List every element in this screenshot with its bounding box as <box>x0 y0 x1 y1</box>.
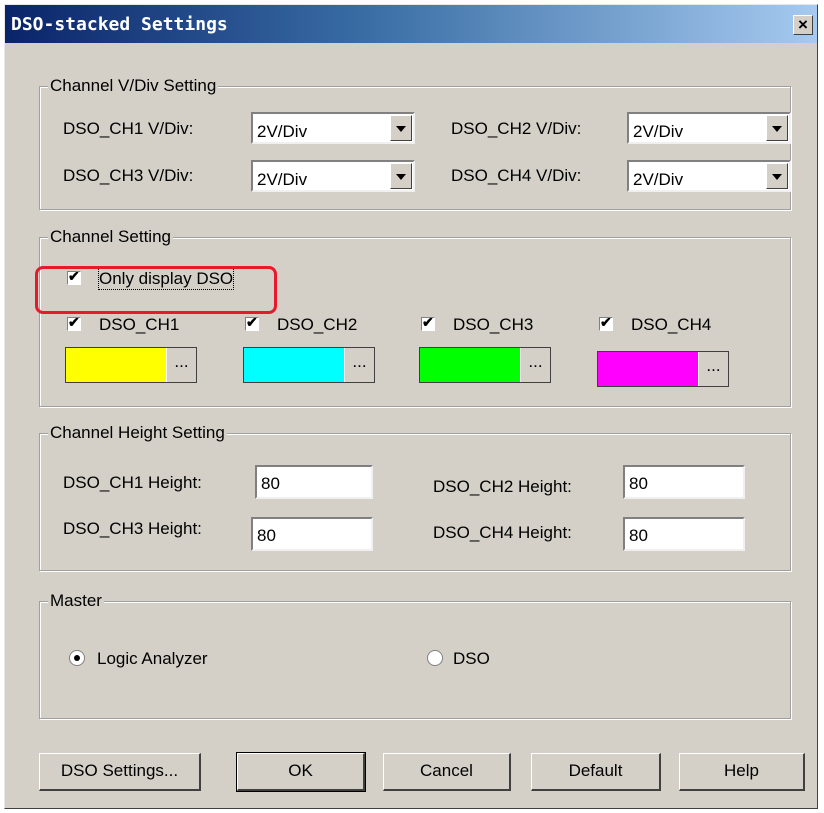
logic-analyzer-radio[interactable] <box>69 650 85 666</box>
ch1-vdiv-value: 2V/Div <box>257 122 308 141</box>
ch1-height-value: 80 <box>261 474 280 493</box>
ch4-vdiv-value: 2V/Div <box>633 170 684 189</box>
settings-dialog: DSO-stacked Settings × Channel V/Div Set… <box>4 4 818 809</box>
chevron-down-icon[interactable] <box>766 115 788 141</box>
ch4-height-label: DSO_CH4 Height: <box>433 523 572 542</box>
ch3-vdiv-label: DSO_CH3 V/Div: <box>63 166 194 185</box>
ch2-vdiv-value: 2V/Div <box>633 122 684 141</box>
ch1-height-label: DSO_CH1 Height: <box>63 473 202 492</box>
ch2-height-label: DSO_CH2 Height: <box>433 477 572 496</box>
ch2-checkbox-label[interactable]: DSO_CH2 <box>277 315 357 335</box>
ch1-checkbox-label[interactable]: DSO_CH1 <box>99 315 179 335</box>
chevron-down-icon[interactable] <box>766 163 788 189</box>
ch3-height-label: DSO_CH3 Height: <box>63 519 202 538</box>
vdiv-group-legend: Channel V/Div Setting <box>48 76 219 96</box>
ch2-color-picker-button[interactable]: ... <box>344 348 374 382</box>
ch4-checkbox-label[interactable]: DSO_CH4 <box>631 315 711 335</box>
ch4-vdiv-label: DSO_CH4 V/Div: <box>451 166 582 185</box>
ch4-vdiv-select[interactable]: 2V/Div <box>627 160 791 192</box>
ch2-checkbox[interactable] <box>245 314 259 331</box>
ch4-height-value: 80 <box>629 526 648 545</box>
ch2-height-input[interactable]: 80 <box>623 465 745 499</box>
chevron-down-icon[interactable] <box>390 115 412 141</box>
ch4-checkbox[interactable] <box>599 314 613 331</box>
ch3-height-input[interactable]: 80 <box>251 517 373 551</box>
ch1-vdiv-label: DSO_CH1 V/Div: <box>63 119 194 138</box>
ch3-checkbox[interactable] <box>421 314 435 331</box>
ch2-vdiv-label: DSO_CH2 V/Div: <box>451 119 582 138</box>
default-button[interactable]: Default <box>531 753 661 791</box>
channel-group-legend: Channel Setting <box>48 227 173 247</box>
ch3-color-picker-button[interactable]: ... <box>520 348 550 382</box>
ch4-color-picker-button[interactable]: ... <box>698 352 728 386</box>
ch3-height-value: 80 <box>257 526 276 545</box>
ch2-height-value: 80 <box>629 474 648 493</box>
dso-settings-button[interactable]: DSO Settings... <box>39 753 201 791</box>
ch1-checkbox[interactable] <box>67 314 81 331</box>
ch1-vdiv-select[interactable]: 2V/Div <box>251 112 415 144</box>
master-group-legend: Master <box>48 591 104 611</box>
ch3-color-swatch[interactable]: ... <box>419 347 551 383</box>
ch3-vdiv-value: 2V/Div <box>257 170 308 189</box>
chevron-down-icon[interactable] <box>390 163 412 189</box>
ch4-color-swatch[interactable]: ... <box>597 351 729 387</box>
ch1-color-picker-button[interactable]: ... <box>166 348 196 382</box>
ch2-vdiv-select[interactable]: 2V/Div <box>627 112 791 144</box>
window-title: DSO-stacked Settings <box>11 14 228 35</box>
ch3-checkbox-label[interactable]: DSO_CH3 <box>453 315 533 335</box>
close-button[interactable]: × <box>793 15 813 35</box>
ch4-height-input[interactable]: 80 <box>623 517 745 551</box>
ch2-color-swatch[interactable]: ... <box>243 347 375 383</box>
dso-radio[interactable] <box>427 650 443 666</box>
height-group-legend: Channel Height Setting <box>48 423 227 443</box>
dso-radio-label[interactable]: DSO <box>453 649 490 669</box>
help-button[interactable]: Help <box>679 753 805 791</box>
logic-analyzer-label[interactable]: Logic Analyzer <box>97 649 208 669</box>
ch1-color-swatch[interactable]: ... <box>65 347 197 383</box>
title-bar: DSO-stacked Settings × <box>5 5 817 43</box>
cancel-button[interactable]: Cancel <box>383 753 511 791</box>
ch3-vdiv-select[interactable]: 2V/Div <box>251 160 415 192</box>
ch1-height-input[interactable]: 80 <box>255 465 373 499</box>
highlight-box <box>35 266 277 314</box>
ok-button[interactable]: OK <box>236 752 366 792</box>
